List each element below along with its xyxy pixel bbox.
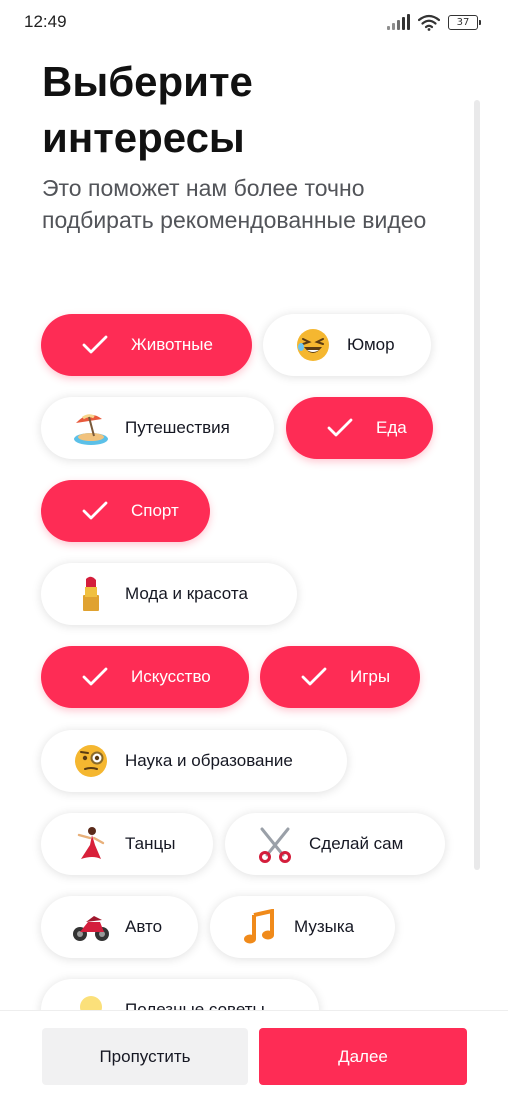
chip-label: Авто [125, 917, 163, 936]
chip-label: Музыка [294, 917, 355, 936]
chip-label: Сделай сам [309, 834, 404, 853]
chip-science[interactable]: Наука и образование [41, 730, 347, 792]
chip-label: Полезные советы [125, 1000, 265, 1010]
lipstick-icon [71, 574, 111, 614]
music-note-icon [240, 907, 280, 947]
skip-button[interactable]: Пропустить [42, 1028, 248, 1085]
chip-dance[interactable]: Танцы [41, 813, 213, 875]
motorcycle-icon [71, 907, 111, 947]
scissors-icon [255, 824, 295, 864]
chip-label: Мода и красота [125, 584, 248, 603]
chip-humor[interactable]: Юмор [263, 314, 431, 376]
chip-label: Животные [131, 335, 213, 354]
chip-animals[interactable]: Животные [41, 314, 252, 376]
chip-music[interactable]: Музыка [210, 896, 395, 958]
chip-label: Юмор [347, 335, 395, 354]
chip-label: Спорт [131, 501, 179, 520]
chip-label: Игры [350, 667, 391, 686]
chip-label: Еда [376, 418, 407, 437]
check-icon [294, 657, 334, 697]
monocle-face-icon [71, 741, 111, 781]
chip-games[interactable]: Игры [260, 646, 420, 708]
chip-tips[interactable]: Полезные советы [41, 979, 319, 1010]
lightbulb-icon [71, 990, 111, 1010]
chip-sport[interactable]: Спорт [41, 480, 210, 542]
beach-umbrella-icon [71, 408, 111, 448]
chip-travel[interactable]: Путешествия [41, 397, 274, 459]
chip-label: Искусство [131, 667, 211, 686]
check-icon [75, 657, 115, 697]
chip-label: Наука и образование [125, 751, 293, 770]
dancer-icon [71, 824, 111, 864]
chip-food[interactable]: Еда [286, 397, 433, 459]
check-icon [75, 325, 115, 365]
interest-chips: Животные Юмор Путешествия Еда Спорт Мода… [0, 0, 508, 1010]
check-icon [75, 491, 115, 531]
check-icon [320, 408, 360, 448]
laughing-face-icon [293, 325, 333, 365]
chip-fashion[interactable]: Мода и красота [41, 563, 297, 625]
chip-diy[interactable]: Сделай сам [225, 813, 445, 875]
next-button[interactable]: Далее [259, 1028, 467, 1085]
chip-art[interactable]: Искусство [41, 646, 249, 708]
chip-auto[interactable]: Авто [41, 896, 198, 958]
chip-label: Танцы [125, 834, 176, 853]
chip-label: Путешествия [125, 418, 230, 437]
bottom-action-bar: Пропустить Далее [0, 1010, 508, 1100]
